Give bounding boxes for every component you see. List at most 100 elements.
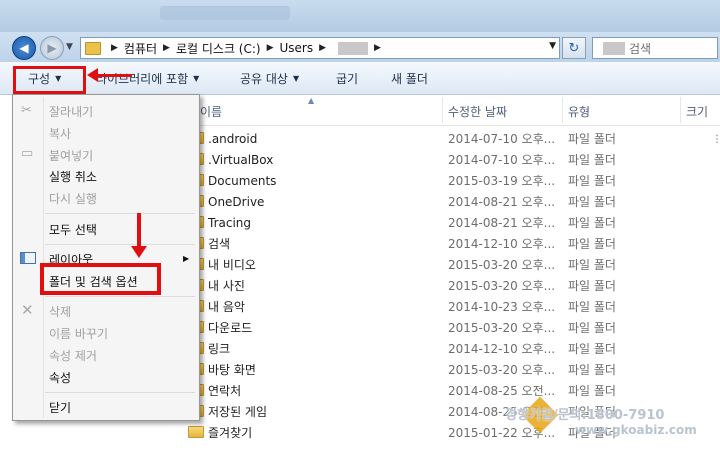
column-divider[interactable] [562,97,563,123]
back-button[interactable]: ◀ [12,36,36,60]
include-in-library-button[interactable]: 라이브러리에 포함 ▼ [96,70,199,87]
burn-button[interactable]: 굽기 [336,70,358,87]
forward-button[interactable]: ▶ [40,36,64,60]
list-item[interactable]: OneDrive 2014-08-21 오후... 파일 폴더 [170,191,720,212]
file-type: 파일 폴더 [568,300,616,314]
menu-item-delete[interactable]: 삭제 [49,303,71,320]
file-name: Documents [208,173,277,188]
list-item[interactable]: 검색 2014-12-10 오후... 파일 폴더 [170,233,720,254]
menu-divider [45,392,195,393]
folder-icon [85,41,101,55]
new-folder-button[interactable]: 새 폴더 [391,70,428,87]
column-headers: ▲ 이름 수정한 날짜 유형 크기 [170,95,720,126]
watermark-text: 경향기업/문의:1800-7910 [505,408,665,423]
file-name: 내 사진 [208,279,245,293]
address-dropdown-icon[interactable]: ▼ [549,41,556,51]
file-type: 파일 폴더 [568,174,616,188]
breadcrumb-chevron-icon[interactable]: ▶ [111,43,118,53]
file-name: 연락처 [208,384,242,398]
file-name: 링크 [208,342,231,356]
command-bar: 구성 ▼ 라이브러리에 포함 ▼ 공유 대상 ▼ 굽기 새 폴더 ⋮ [0,62,720,145]
file-date: 2014-07-10 오후... [448,153,556,167]
menu-item-redo[interactable]: 다시 실행 [49,190,97,207]
column-divider[interactable] [442,97,443,123]
menu-gutter [43,97,44,418]
file-type: 파일 폴더 [568,363,616,377]
column-header-name[interactable]: 이름 [200,103,222,120]
file-name: .VirtualBox [208,152,274,167]
address-bar[interactable]: ▶ 컴퓨터 ▶ 로컬 디스크 (C:) ▶ Users ▶ ▶ ▼ [80,37,560,59]
back-arrow-icon: ◀ [19,41,29,55]
file-name: .android [208,131,258,146]
list-item[interactable]: Documents 2015-03-19 오후... 파일 폴더 [170,170,720,191]
window-titlebar [0,0,720,32]
chevron-down-icon: ▼ [193,74,200,83]
red-arrow-left-icon [87,68,132,82]
list-item[interactable]: Tracing 2014-08-21 오후... 파일 폴더 [170,212,720,233]
breadcrumb-users[interactable]: Users [280,41,314,55]
breadcrumb-local-disk[interactable]: 로컬 디스크 (C:) [176,40,261,57]
history-dropdown-icon[interactable]: ▼ [66,42,73,52]
list-item[interactable]: 다운로드 2015-03-20 오후... 파일 폴더 [170,317,720,338]
file-date: 2015-03-20 오후... [448,321,556,335]
file-type: 파일 폴더 [568,132,616,146]
delete-x-icon: ✕ [21,301,34,319]
list-item[interactable]: 링크 2014-12-10 오후... 파일 폴더 [170,338,720,359]
breadcrumb-chevron-icon[interactable]: ▶ [267,43,274,53]
file-type: 파일 폴더 [568,258,616,272]
library-label: 라이브러리에 포함 [96,72,189,86]
watermark-url: www.gkoabiz.com [575,423,697,437]
column-header-size[interactable]: 크기 [686,103,708,120]
burn-label: 굽기 [336,72,359,86]
favorites-folder-icon [188,426,204,438]
new-folder-label: 새 폴더 [391,72,428,86]
breadcrumb-chevron-icon[interactable]: ▶ [163,43,170,53]
menu-item-undo[interactable]: 실행 취소 [49,168,97,185]
file-type: 파일 폴더 [568,321,616,335]
list-item[interactable]: 내 음악 2014-10-23 오후... 파일 폴더 [170,296,720,317]
blurred-title [160,6,290,20]
menu-item-properties[interactable]: 속성 [49,369,71,386]
menu-item-cut[interactable]: 잘라내기 [49,103,93,120]
chevron-down-icon: ▼ [292,74,300,83]
list-item[interactable]: 내 비디오 2015-03-20 오후... 파일 폴더 [170,254,720,275]
breadcrumb-computer[interactable]: 컴퓨터 [124,40,157,57]
file-type: 파일 폴더 [568,342,616,356]
menu-divider [45,296,195,297]
list-item[interactable]: 내 사진 2015-03-20 오후... 파일 폴더 [170,275,720,296]
file-list: .android 2014-07-10 오후... 파일 폴더 .VirtualBo… [170,128,720,443]
menu-item-rename[interactable]: 이름 바꾸기 [49,325,108,342]
list-item[interactable]: .android 2014-07-10 오후... 파일 폴더 [170,128,720,149]
file-name: 바탕 화면 [208,363,256,377]
file-type: 파일 폴더 [568,216,616,230]
column-divider[interactable] [680,97,681,123]
share-label: 공유 대상 [240,72,288,86]
submenu-arrow-icon: ▶ [183,254,190,263]
column-header-modified[interactable]: 수정한 날짜 [448,103,507,120]
breadcrumb-chevron-icon[interactable]: ▶ [374,43,381,53]
file-date: 2015-03-19 오후... [448,174,556,188]
breadcrumb-chevron-icon[interactable]: ▶ [319,43,326,53]
menu-item-close[interactable]: 닫기 [49,399,71,416]
column-header-type[interactable]: 유형 [568,103,590,120]
layout-icon [20,252,36,264]
menu-item-paste[interactable]: 붙여넣기 [49,147,93,164]
file-date: 2014-12-10 오후... [448,237,556,251]
file-date: 2015-03-20 오후... [448,279,556,293]
search-input[interactable]: 검색 [592,37,718,59]
list-item[interactable]: 바탕 화면 2015-03-20 오후... 파일 폴더 [170,359,720,380]
list-item[interactable]: 연락처 2014-08-25 오전... 파일 폴더 [170,380,720,401]
share-with-button[interactable]: 공유 대상 ▼ [240,70,299,87]
list-item[interactable]: .VirtualBox 2014-07-10 오후... 파일 폴더 [170,149,720,170]
file-name: 다운로드 [208,321,253,335]
file-date: 2015-03-20 오후... [448,363,556,377]
file-date: 2014-08-21 오후... [448,216,556,230]
redacted-search-scope [603,41,625,55]
menu-item-select-all[interactable]: 모두 선택 [49,221,97,238]
address-row: ◀ ▶ ▼ ▶ 컴퓨터 ▶ 로컬 디스크 (C:) ▶ Users ▶ ▶ ▼ … [0,32,720,62]
menu-item-remove-properties[interactable]: 속성 제거 [49,347,97,364]
refresh-button[interactable]: ↻ [562,37,586,59]
menu-item-copy[interactable]: 복사 [49,125,71,142]
search-placeholder: 검색 [629,41,652,56]
file-name: 내 비디오 [208,258,256,272]
